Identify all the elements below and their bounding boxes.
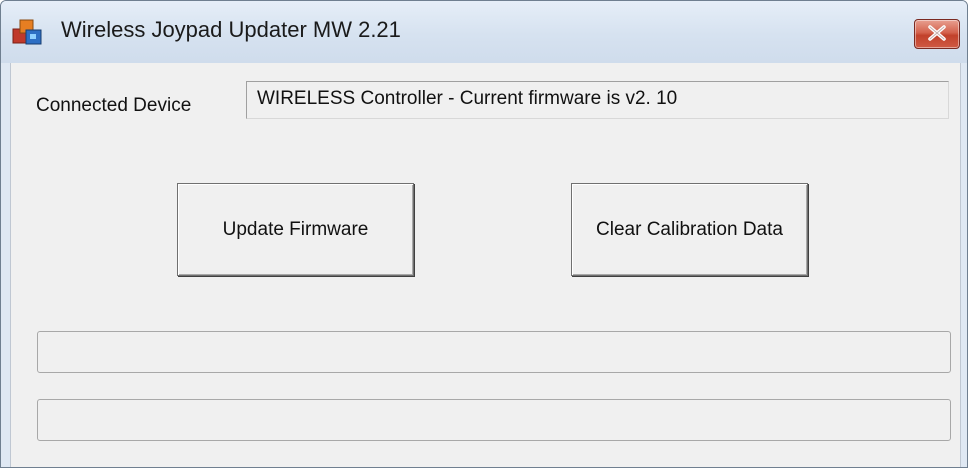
joypad-app-icon — [11, 17, 45, 47]
progress-bar-2 — [37, 399, 951, 441]
close-icon — [928, 25, 946, 41]
close-button[interactable] — [914, 19, 960, 49]
title-bar[interactable]: Wireless Joypad Updater MW 2.21 — [1, 1, 967, 63]
client-area: Connected Device WIRELESS Controller - C… — [10, 63, 961, 467]
update-firmware-button[interactable]: Update Firmware — [177, 183, 414, 276]
connected-device-field: WIRELESS Controller - Current firmware i… — [246, 81, 949, 119]
clear-calibration-data-button[interactable]: Clear Calibration Data — [571, 183, 808, 276]
progress-bar-1 — [37, 331, 951, 373]
connected-device-label: Connected Device — [36, 95, 192, 116]
app-window: Wireless Joypad Updater MW 2.21 Connecte… — [0, 0, 968, 468]
window-title: Wireless Joypad Updater MW 2.21 — [61, 17, 401, 42]
